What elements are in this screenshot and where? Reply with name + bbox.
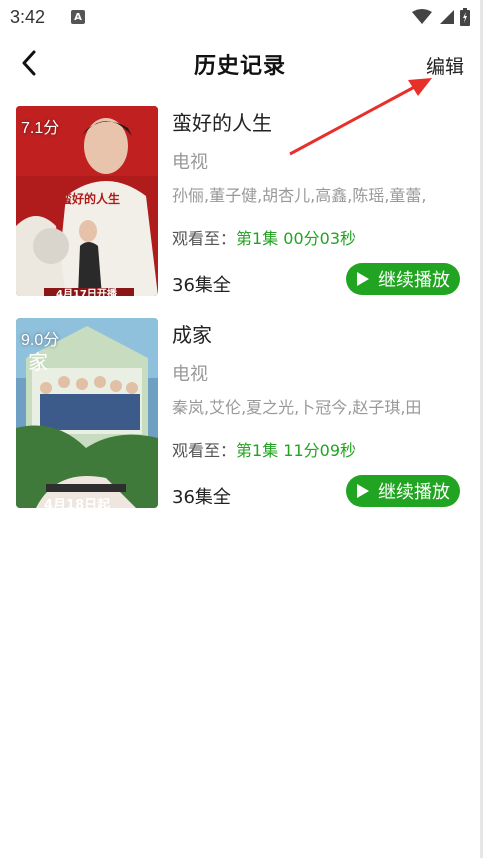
back-button[interactable] bbox=[14, 48, 44, 78]
status-bar: 3:42 A bbox=[0, 0, 480, 34]
progress-value: 第1集 00分03秒 bbox=[236, 229, 357, 248]
item-cast: 孙俪,董子健,胡杏儿,高鑫,陈瑶,童蕾, bbox=[172, 186, 427, 205]
history-list: 7.1分 蛮好的人生 4月17日开播 蛮好的人生 电视 孙俪,董子健,胡杏儿,高… bbox=[0, 94, 480, 530]
history-item[interactable]: 9.0分 家 4月18日起 成家 电视 秦岚,艾伦,夏之光,卜冠今,赵子琪,田 … bbox=[16, 318, 480, 530]
poster-image[interactable]: 9.0分 家 4月18日起 bbox=[16, 318, 158, 508]
item-category: 电视 bbox=[172, 364, 208, 385]
progress-label: 观看至： bbox=[172, 441, 237, 460]
item-category: 电视 bbox=[172, 152, 208, 173]
chevron-left-icon bbox=[22, 50, 36, 76]
progress-value: 第1集 11分09秒 bbox=[236, 441, 357, 460]
episode-count: 36集全 bbox=[172, 487, 231, 508]
continue-play-label: 继续播放 bbox=[378, 270, 450, 291]
play-icon bbox=[357, 272, 369, 286]
wifi-icon bbox=[412, 9, 432, 24]
item-title: 成家 bbox=[172, 323, 212, 347]
play-icon bbox=[357, 484, 369, 498]
notification-icon: A bbox=[71, 10, 86, 24]
item-cast: 秦岚,艾伦,夏之光,卜冠今,赵子琪,田 bbox=[172, 398, 422, 417]
poster-title-text: 蛮好的人生 bbox=[60, 192, 121, 206]
continue-play-button[interactable]: 继续播放 bbox=[346, 475, 460, 507]
header-bar: 历史记录 编辑 bbox=[0, 34, 480, 94]
continue-play-label: 继续播放 bbox=[378, 482, 450, 503]
watch-progress: 观看至：第1集 11分09秒 bbox=[172, 437, 356, 461]
rating-badge: 7.1分 bbox=[21, 120, 60, 137]
edit-button[interactable]: 编辑 bbox=[426, 52, 464, 79]
poster-date-text: 4月18日起 bbox=[44, 498, 111, 508]
item-info: 成家 电视 秦岚,艾伦,夏之光,卜冠今,赵子琪,田 观看至：第1集 11分09秒… bbox=[172, 318, 462, 508]
poster-date-text: 4月17日开播 bbox=[56, 289, 117, 296]
poster-image[interactable]: 7.1分 蛮好的人生 4月17日开播 bbox=[16, 106, 158, 296]
item-info: 蛮好的人生 电视 孙俪,董子健,胡杏儿,高鑫,陈瑶,童蕾, 观看至：第1集 00… bbox=[172, 106, 462, 296]
continue-play-button[interactable]: 继续播放 bbox=[346, 263, 460, 295]
item-title: 蛮好的人生 bbox=[172, 111, 272, 135]
page-title: 历史记录 bbox=[193, 54, 286, 79]
status-icons bbox=[412, 8, 470, 26]
history-item[interactable]: 7.1分 蛮好的人生 4月17日开播 蛮好的人生 电视 孙俪,董子健,胡杏儿,高… bbox=[16, 106, 480, 318]
episode-count: 36集全 bbox=[172, 275, 231, 296]
battery-icon bbox=[460, 8, 470, 26]
poster-title-text: 家 bbox=[28, 350, 48, 374]
app-screen: 3:42 A 历史记录 编辑 7.1分 蛮好的人生 4月17日开播 蛮好的人生 … bbox=[0, 0, 483, 858]
signal-icon bbox=[440, 10, 454, 24]
watch-progress: 观看至：第1集 00分03秒 bbox=[172, 225, 356, 249]
status-time: 3:42 bbox=[10, 6, 46, 27]
progress-label: 观看至： bbox=[172, 229, 237, 248]
